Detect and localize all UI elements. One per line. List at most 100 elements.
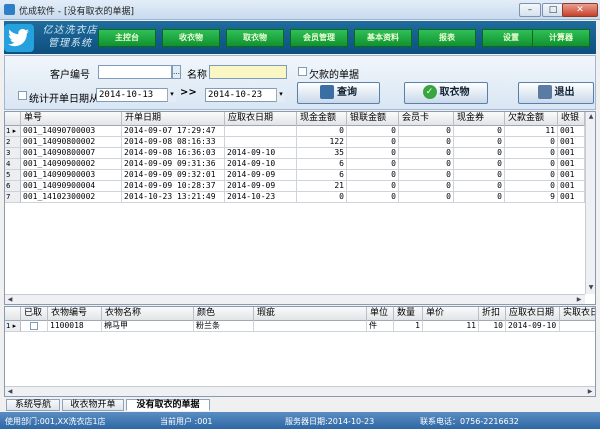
orders-header-due-date[interactable]: 应取衣日期 (225, 112, 297, 126)
orders-cell-open: 2014-09-08 08:16:33 (122, 137, 225, 148)
orders-header-no[interactable]: 单号 (21, 112, 122, 126)
pickup-button[interactable]: ✓ 取衣物 (404, 82, 488, 104)
row-header[interactable]: 5 (5, 170, 21, 181)
nav-calculator[interactable]: 计算器 (532, 29, 590, 47)
orders-header-owed[interactable]: 欠款金额 (505, 112, 558, 126)
orders-header-coupon[interactable]: 现金券 (454, 112, 505, 126)
exit-door-icon (537, 85, 552, 99)
orders-header-cashier[interactable]: 收银 (558, 112, 585, 126)
items-horizontal-scrollbar[interactable]: ◀ ▶ (5, 386, 595, 396)
items-header-name[interactable]: 衣物名称 (102, 307, 194, 321)
row-header[interactable]: 1 ▸ (5, 126, 21, 137)
orders-table-row[interactable]: 4 001_14090900002 2014-09-09 09:31:36 2014-… (5, 159, 585, 170)
orders-cell-unionpay: 0 (347, 137, 399, 148)
orders-header-corner (5, 112, 21, 126)
row-header[interactable]: 2 (5, 137, 21, 148)
bottom-tab-bar: 系统导航 收衣物开单 没有取衣的单据 (4, 399, 596, 411)
orders-table-row[interactable]: 5 001_14090900003 2014-09-09 09:32:01 2014-… (5, 170, 585, 181)
items-table-row[interactable]: 1 ▸ 1100018 棉马甲 粉兰条件 1 11 10 2014-09-10 (5, 321, 595, 332)
orders-cell-cash: 6 (297, 159, 347, 170)
query-button-label: 查询 (337, 87, 357, 98)
nav-basic-data[interactable]: 基本资料 (354, 29, 412, 47)
row-header[interactable]: 7 (5, 192, 21, 203)
scroll-right-icon[interactable]: ▶ (574, 295, 584, 304)
date-filter-checkbox[interactable] (18, 91, 27, 100)
orders-cell-open: 2014-09-09 09:32:01 (122, 170, 225, 181)
items-header-price[interactable]: 单价 (423, 307, 479, 321)
date-from-input[interactable]: 2014-10-13 (96, 88, 176, 102)
exit-button[interactable]: 退出 (518, 82, 594, 104)
items-scroll-right-icon[interactable]: ▶ (585, 387, 595, 396)
orders-cell-card: 0 (399, 170, 454, 181)
orders-cell-owed: 9 (505, 192, 558, 203)
customer-id-input[interactable] (98, 65, 172, 79)
maximize-button[interactable]: □ (542, 3, 564, 17)
items-header-unit[interactable]: 单位 (367, 307, 394, 321)
row-header[interactable]: 4 (5, 159, 21, 170)
items-cell-due: 2014-09-10 (506, 321, 560, 332)
items-header-taken[interactable]: 已取 (21, 307, 48, 321)
items-header-due-date[interactable]: 应取衣日期 (506, 307, 560, 321)
date-to-input[interactable]: 2014-10-23 (205, 88, 285, 102)
row-header[interactable]: 6 (5, 181, 21, 192)
orders-header-open-date[interactable]: 开单日期 (122, 112, 225, 126)
orders-cell-cashier: 001 (558, 148, 585, 159)
orders-cell-owed: 0 (505, 137, 558, 148)
items-header-discount[interactable]: 折扣 (479, 307, 506, 321)
exit-button-label: 退出 (554, 87, 575, 98)
orders-header-cash[interactable]: 现金金额 (297, 112, 347, 126)
taken-checkbox[interactable] (30, 322, 38, 330)
row-header[interactable]: 3 (5, 148, 21, 159)
orders-cell-cash: 0 (297, 126, 347, 137)
name-label: 名称 (187, 70, 207, 81)
scroll-down-icon[interactable]: ▼ (586, 283, 595, 293)
items-scroll-left-icon[interactable]: ◀ (5, 387, 15, 396)
nav-pickup-clothes[interactable]: 取衣物 (226, 29, 284, 47)
scroll-left-icon[interactable]: ◀ (5, 295, 15, 304)
orders-table-row[interactable]: 3 001_14090800007 2014-09-08 16:36:03 2014-… (5, 148, 585, 159)
orders-table-row[interactable]: 7 001_14102300002 2014-10-23 13:21:49 2014-… (5, 192, 585, 203)
items-header-actual-date[interactable]: 实取衣日 (560, 307, 595, 321)
minimize-button[interactable]: – (519, 3, 541, 17)
orders-table-row[interactable]: 6 001_14090900004 2014-09-09 10:28:37 2014-… (5, 181, 585, 192)
items-header-color[interactable]: 颜色 (194, 307, 254, 321)
items-header-qty[interactable]: 数量 (394, 307, 423, 321)
orders-header-member-card[interactable]: 会员卡 (399, 112, 454, 126)
orders-cell-owed: 0 (505, 170, 558, 181)
orders-cell-card: 0 (399, 181, 454, 192)
orders-cell-due: 2014-09-09 (225, 181, 297, 192)
nav-receive-clothes[interactable]: 收衣物 (162, 29, 220, 47)
tab-system-nav[interactable]: 系统导航 (6, 399, 60, 411)
orders-cell-coupon: 0 (454, 148, 505, 159)
nav-main-console[interactable]: 主控台 (98, 29, 156, 47)
query-button[interactable]: 查询 (297, 82, 380, 104)
close-button[interactable]: ✕ (562, 3, 598, 17)
search-icon (320, 85, 334, 99)
date-to-dropdown-icon[interactable]: ▾ (276, 88, 285, 102)
tab-unpicked-orders[interactable]: 没有取衣的单据 (126, 399, 210, 411)
nav-reports[interactable]: 报表 (418, 29, 476, 47)
orders-header-unionpay[interactable]: 银联金额 (347, 112, 399, 126)
window-title: 优成软件 - [没有取衣的单据] (19, 7, 134, 17)
orders-cell-due: 2014-09-09 (225, 170, 297, 181)
orders-cell-cashier: 001 (558, 126, 585, 137)
name-input[interactable] (209, 65, 287, 79)
orders-table-row[interactable]: 1 ▸ 001_14090700003 2014-09-07 17:29:47 0 0 0… (5, 126, 585, 137)
status-phone: 联系电话：0756-2216632 (420, 417, 519, 426)
orders-cell-cash: 122 (297, 137, 347, 148)
items-header-flaw[interactable]: 瑕疵 (254, 307, 367, 321)
tab-receive-order[interactable]: 收衣物开单 (62, 399, 124, 411)
customer-lookup-button[interactable]: … (172, 65, 181, 79)
nav-member-management[interactable]: 会员管理 (290, 29, 348, 47)
orders-table-row[interactable]: 2 001_14090800002 2014-09-08 08:16:33 122 0 0… (5, 137, 585, 148)
orders-vertical-scrollbar[interactable]: ▲ ▼ (585, 112, 595, 294)
scroll-up-icon[interactable]: ▲ (586, 112, 595, 122)
row-header[interactable]: 1 ▸ (5, 321, 21, 332)
orders-cell-no: 001_14090800002 (21, 137, 122, 148)
unpaid-checkbox[interactable] (298, 67, 307, 76)
items-header-code[interactable]: 衣物编号 (48, 307, 102, 321)
orders-horizontal-scrollbar[interactable]: ◀ ▶ (5, 294, 585, 304)
orders-cell-coupon: 0 (454, 192, 505, 203)
bird-logo-icon (4, 24, 34, 52)
date-from-dropdown-icon[interactable]: ▾ (167, 88, 176, 102)
